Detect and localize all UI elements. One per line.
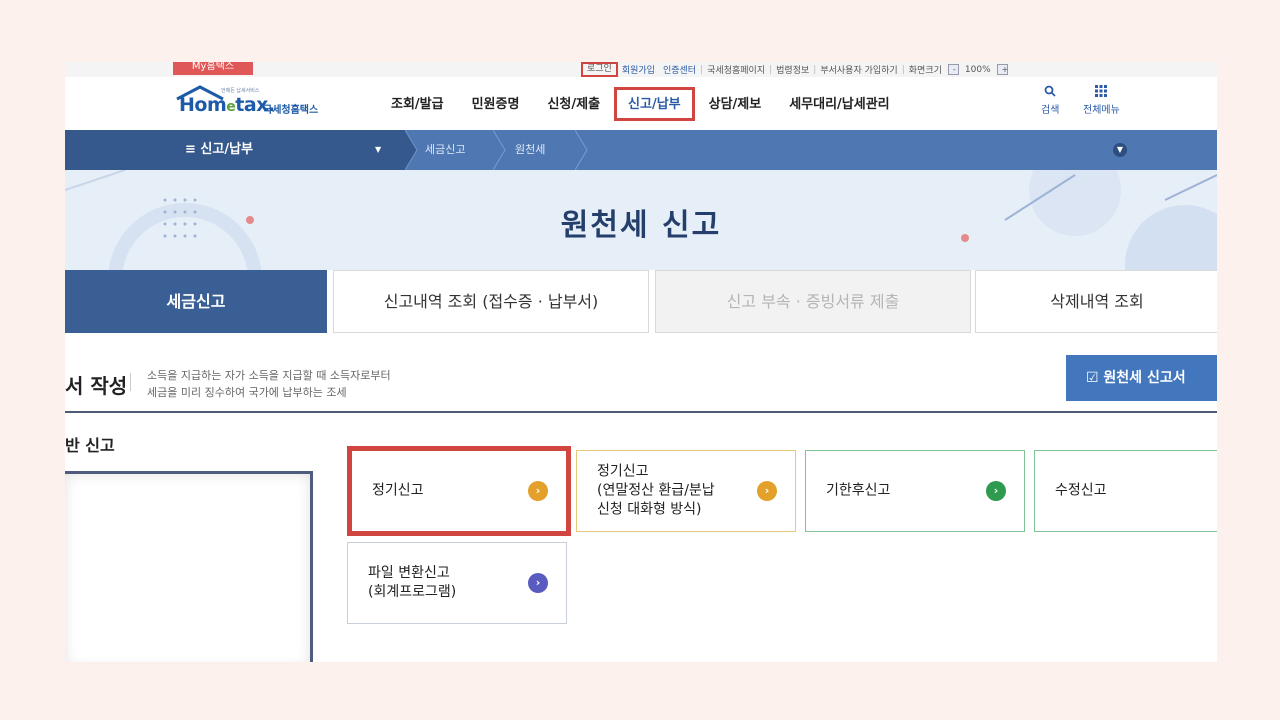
card-regular-filing-interactive[interactable]: 정기신고 (연말정산 환급/분납 신청 대화형 방식) › (576, 450, 796, 532)
sub-user-link[interactable]: 부서사용자 가입하기 (816, 63, 901, 76)
all-menu-button[interactable]: 전체메뉴 (1083, 85, 1120, 116)
arrow-right-icon: › (986, 481, 1006, 501)
card-regular-filing[interactable]: 정기신고 › (347, 446, 571, 536)
main-header: 언제든 납세서비스 Hometax. 국세청홈택스 조회/발급 민원증명 신청/… (65, 77, 1217, 130)
zoom-in-button[interactable]: + (996, 64, 1008, 75)
nav-tax-agent[interactable]: 세무대리/납세관리 (775, 87, 903, 121)
card-file-conversion-filing[interactable]: 파일 변환신고 (회계프로그램) › (347, 542, 567, 624)
caret-down-icon[interactable]: ▼ (375, 130, 381, 170)
breadcrumb-separator-icon (575, 130, 588, 170)
tab-attachment-submit[interactable]: 신고 부속 · 증빙서류 제출 (655, 270, 971, 333)
nav-inquiry[interactable]: 조회/발급 (377, 87, 458, 121)
arrow-right-icon: › (757, 481, 777, 501)
subsection-title: 반 신고 (65, 436, 115, 455)
breadcrumb-withholding-tax[interactable]: 원천세 (515, 130, 545, 170)
arrow-right-icon: › (528, 573, 548, 593)
tab-deleted-history[interactable]: 삭제내역 조회 (975, 270, 1217, 333)
all-menu-label: 전체메뉴 (1083, 105, 1120, 116)
logo-wordmark: Hometax. (179, 94, 275, 116)
global-nav: 조회/발급 민원증명 신청/제출 신고/납부 상담/제보 세무대리/납세관리 (377, 77, 904, 130)
hometax-logo[interactable]: 언제든 납세서비스 Hometax. 국세청홈택스 (169, 81, 359, 127)
location-menu-dropdown[interactable]: ≡ 신고/납부 (185, 130, 253, 170)
search-button[interactable]: 검색 (1041, 85, 1059, 116)
law-info-link[interactable]: 법령정보 (772, 63, 813, 76)
title-banner: 원천세 신고 (65, 170, 1217, 270)
nav-filing-payment[interactable]: 신고/납부 (614, 86, 695, 121)
breadcrumb-tax-filing[interactable]: 세금신고 (425, 130, 465, 170)
login-link[interactable]: 로그인 (581, 62, 618, 77)
withholding-form-button[interactable]: ☑ 원천세 신고서 (1066, 355, 1217, 401)
card-late-filing[interactable]: 기한후신고 › (805, 450, 1025, 532)
logo-part-1: Hom (179, 94, 227, 116)
section-title: 서 작성 (65, 374, 128, 398)
section-description: 소득을 지급하는 자가 소득을 지급할 때 소득자로부터 세금을 미리 징수하여… (147, 367, 391, 401)
utility-bar: My홈택스 로그인 회원가입 인증센터 | 국세청홈페이지 | 법령정보 | 부… (65, 62, 1217, 77)
filing-tabs: 세금신고 신고내역 조회 (접수증 · 납부서) 신고 부속 · 증빙서류 제출… (65, 270, 1217, 333)
utility-links: 로그인 회원가입 인증센터 | 국세청홈페이지 | 법령정보 | 부서사용자 가… (581, 62, 1010, 77)
card-label: 파일 변환신고 (회계프로그램) (368, 565, 457, 600)
zoom-value: 100% (964, 64, 991, 75)
card-label: 정기신고 (372, 482, 424, 499)
card-label: 기한후신고 (826, 482, 891, 499)
tab-tax-filing[interactable]: 세금신고 (65, 270, 327, 333)
logo-subtitle: 국세청홈택스 (263, 105, 319, 116)
signup-link[interactable]: 회원가입 (618, 63, 659, 76)
logo-part-e: e (226, 99, 236, 115)
nav-application[interactable]: 신청/제출 (533, 87, 614, 121)
cert-center-link[interactable]: 인증센터 (659, 63, 700, 76)
card-amended-filing[interactable]: 수정신고 › (1034, 450, 1217, 532)
arrow-right-icon: › (528, 481, 548, 501)
card-label: 수정신고 (1055, 482, 1107, 499)
zoom-out-button[interactable]: - (947, 64, 959, 75)
description-line-1: 소득을 지급하는 자가 소득을 지급할 때 소득자로부터 (147, 369, 391, 382)
tab-filing-history[interactable]: 신고내역 조회 (접수증 · 납부서) (333, 270, 649, 333)
description-line-2: 세금을 미리 징수하여 국가에 납부하는 조세 (147, 386, 347, 399)
divider (130, 373, 131, 391)
nts-home-link[interactable]: 국세청홈페이지 (703, 63, 769, 76)
page-title: 원천세 신고 (560, 208, 722, 243)
section-header: 서 작성 소득을 지급하는 자가 소득을 지급할 때 소득자로부터 세금을 미리… (65, 333, 1217, 413)
location-bar: ≡ 신고/납부 ▼ 세금신고 원천세 ▼ (65, 130, 1217, 170)
logo-tagline: 언제든 납세서비스 (221, 88, 260, 94)
nav-certificate[interactable]: 민원증명 (458, 87, 534, 121)
left-panel (65, 471, 313, 662)
nav-consulting[interactable]: 상담/제보 (695, 87, 776, 121)
chevron-down-circle-icon[interactable]: ▼ (1113, 143, 1127, 157)
my-hometax-badge[interactable]: My홈택스 (173, 62, 253, 75)
card-label: 정기신고 (연말정산 환급/분납 신청 대화형 방식) (597, 463, 715, 518)
breadcrumb-separator-icon (405, 130, 418, 170)
hometax-window: My홈택스 로그인 회원가입 인증센터 | 국세청홈페이지 | 법령정보 | 부… (65, 62, 1217, 662)
grid-menu-icon (1083, 85, 1120, 101)
breadcrumb-separator-icon (493, 130, 506, 170)
search-label: 검색 (1041, 105, 1060, 116)
search-icon (1041, 85, 1059, 101)
screen-size-label: 화면크기 (908, 66, 942, 76)
